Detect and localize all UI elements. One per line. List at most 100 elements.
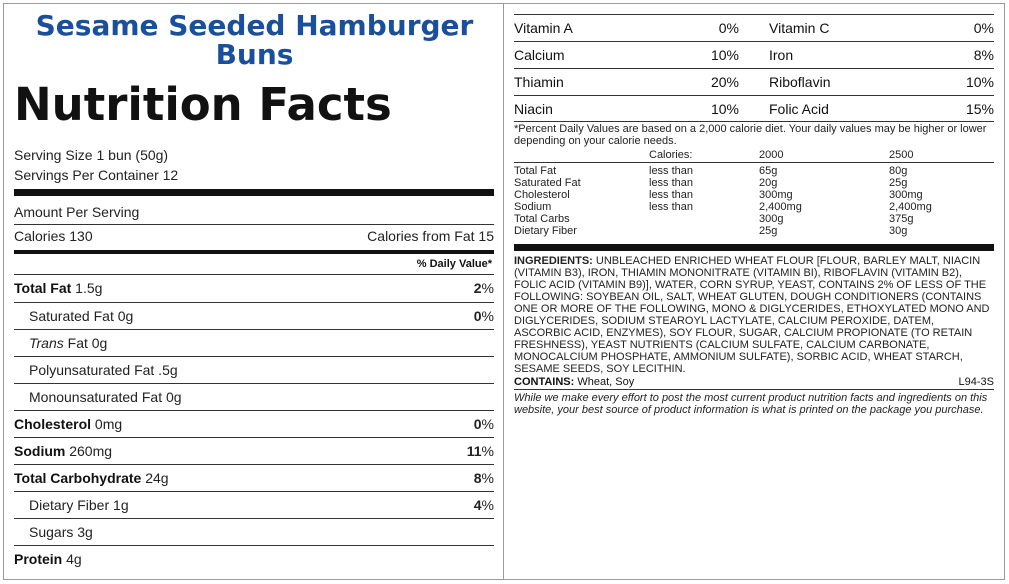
nutrient-name: Protein [14,551,63,567]
nutrient-row: Sugars 3g [14,519,494,546]
nutrient-dv: 2 [473,280,482,296]
table-cell: 65g [759,165,778,177]
table-cell: 375g [889,213,914,225]
table-cell: 20g [759,177,778,189]
medium-divider [14,250,494,254]
nutrient-row: Dietary Fiber 1g 4% [14,492,494,519]
nutrient-name: Monounsaturated Fat [29,389,163,405]
percent-sign: % [481,280,494,296]
nutrient-amount: .5g [154,362,178,378]
table-cell: less than [649,189,694,201]
nutrient-name: Cholesterol [14,416,92,432]
table-row: Total Carbs 300g 375g [514,213,994,225]
vitamin-row: Calcium 10% Iron 8% [514,41,994,68]
vitamin-value: 0% [973,20,994,36]
nutrition-facts-heading: Nutrition Facts [14,78,392,131]
nutrient-dv: 8 [473,470,482,486]
vitamin-name: Vitamin A [514,20,573,36]
serving-size: Serving Size 1 bun (50g) [14,147,169,163]
daily-value-header: % Daily Value* [416,258,492,270]
nutrient-dv: 0 [473,416,482,432]
table-cell: Dietary Fiber [514,225,577,237]
table-cell: Calories: [649,149,693,161]
vitamin-name: Folic Acid [769,101,829,117]
vitamin-name: Thiamin [514,74,564,90]
servings-per-container: Servings Per Container 12 [14,167,179,183]
table-cell: 2,400mg [759,201,802,213]
nutrient-name: Sodium [14,443,66,459]
table-cell: 80g [889,165,908,177]
vitamin-row: Vitamin A 0% Vitamin C 0% [514,14,994,41]
table-cell: Total Fat [514,165,557,177]
table-row: Sodium less than 2,400mg 2,400mg [514,201,994,213]
calories-from-fat: Calories from Fat 15 [367,228,494,244]
nutrient-name: Sugars [29,524,74,540]
nutrient-row: Monounsaturated Fat 0g [14,384,494,411]
nutrient-row: Sodium 260mg 11% [14,438,494,465]
table-row: Saturated Fat less than 20g 25g [514,177,994,189]
nutrient-name: Trans [29,335,64,351]
nutrient-row: Total Fat 1.5g 2% [14,275,494,302]
table-row: Dietary Fiber 25g 30g [514,225,994,237]
ingredients-text: INGREDIENTS: UNBLEACHED ENRICHED WHEAT F… [514,255,992,375]
product-code: L94-3S [958,376,994,388]
table-header: Calories: 2000 2500 [514,149,994,163]
nutrient-row: Cholesterol 0mg 0% [14,411,494,438]
vitamin-value: 8% [973,47,994,63]
contains-label: CONTAINS: [514,376,575,388]
percent-sign: % [481,497,494,513]
nutrient-amount: 24g [141,470,169,486]
table-cell: less than [649,177,694,189]
vitamin-value: 10% [965,74,994,90]
table-row: Total Fat less than 65g 80g [514,165,994,177]
vitamin-value: 20% [710,74,739,90]
table-cell: less than [649,201,694,213]
vitamin-name: Calcium [514,47,565,63]
vitamin-name: Iron [769,47,794,63]
calories-row: Calories 130 Calories from Fat 15 [14,223,494,250]
table-cell: Total Carbs [514,213,570,225]
vitamin-name: Niacin [514,101,553,117]
ingredients-list: UNBLEACHED ENRICHED WHEAT FLOUR [FLOUR, … [514,255,990,375]
vitamin-row: Niacin 10% Folic Acid 15% [514,95,994,122]
disclaimer: While we make every effort to post the m… [514,392,988,416]
amount-per-serving: Amount Per Serving [14,204,140,220]
table-cell: 2500 [889,149,914,161]
nutrient-amount: 3g [73,524,93,540]
vitamin-row: Thiamin 20% Riboflavin 10% [514,68,994,95]
table-cell: 2,400mg [889,201,932,213]
nutrient-amount: 260mg [65,443,113,459]
table-row: Cholesterol less than 300mg 300mg [514,189,994,201]
table-cell: Cholesterol [514,189,570,201]
nutrient-name: Total Carbohydrate [14,470,142,486]
product-title: Sesame Seeded Hamburger Buns [35,9,474,71]
table-cell: 25g [889,177,908,189]
nutrient-amount: 0g [162,389,182,405]
thick-divider [14,189,494,196]
vitamin-grid: Vitamin A 0% Vitamin C 0% Calcium 10% Ir… [514,14,994,122]
nutrient-amount: 0mg [91,416,123,432]
nutrient-name: Polyunsaturated Fat [29,362,155,378]
calories: Calories 130 [14,228,93,244]
vitamin-name: Vitamin C [769,20,830,36]
vitamin-value: 10% [710,47,739,63]
nutrient-dv: 4 [473,497,482,513]
nutrient-name: Saturated Fat [29,308,114,324]
percent-sign: % [481,470,494,486]
nutrient-amount: 1g [109,497,129,513]
table-cell: 30g [889,225,908,237]
nutrient-dv: 0 [473,308,482,324]
contains-text: Wheat, Soy [574,376,635,388]
vitamin-value: 15% [965,101,994,117]
table-cell: 25g [759,225,778,237]
percent-sign: % [481,416,494,432]
table-cell: 300mg [759,189,793,201]
ingredients-panel: Vitamin A 0% Vitamin C 0% Calcium 10% Ir… [503,3,1005,580]
nutrient-name: Dietary Fiber [29,497,110,513]
table-cell: Saturated Fat [514,177,581,189]
nutrient-amount: Fat 0g [63,335,108,351]
nutrition-panel: Sesame Seeded Hamburger Buns Nutrition F… [3,3,504,580]
table-cell: 2000 [759,149,784,161]
vitamin-value: 0% [718,20,739,36]
daily-value-table: Calories: 2000 2500 Total Fat less than … [514,149,994,237]
